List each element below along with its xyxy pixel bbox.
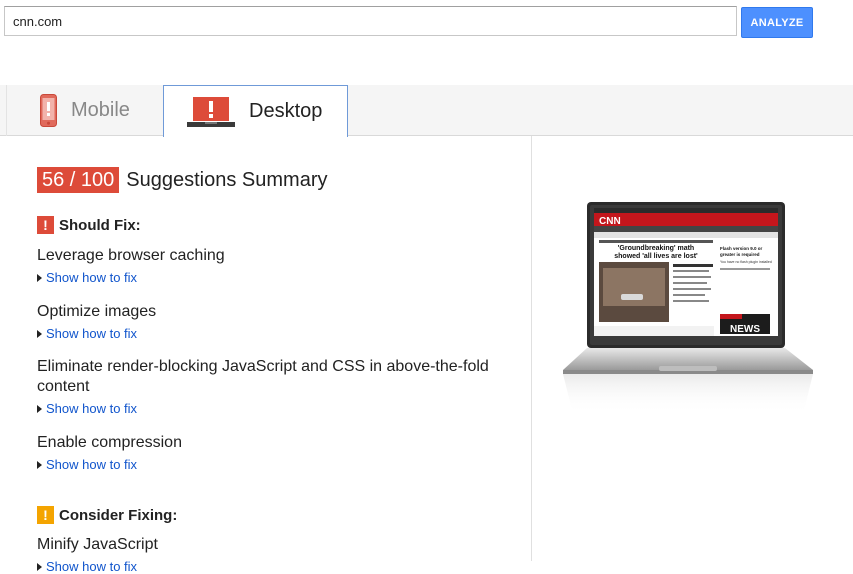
- rule-item: Leverage browser caching Show how to fix: [37, 246, 507, 285]
- preview-promo: NEWS: [730, 324, 760, 335]
- tab-desktop-label: Desktop: [249, 100, 323, 122]
- rule-title: Minify JavaScript: [37, 536, 158, 553]
- show-how-to-fix-link[interactable]: Show how to fix: [37, 457, 507, 472]
- suggestions-panel: 56 / 100 Suggestions Summary ! Should Fi…: [0, 136, 532, 574]
- preview-logo: CNN: [599, 216, 621, 227]
- show-how-to-fix-link[interactable]: Show how to fix: [37, 326, 507, 341]
- preview-side-1: Flash version 9.0 or: [720, 246, 763, 251]
- preview-panel: CNN 'Groundbreaking' math showed 'all li…: [533, 136, 853, 561]
- show-how-to-fix-link[interactable]: Show how to fix: [37, 559, 507, 574]
- preview-side-3: You have no flash plugin installed: [720, 260, 772, 264]
- phone-icon: [40, 94, 57, 127]
- triangle-right-icon: [37, 460, 42, 469]
- consider-fixing-header: ! Consider Fixing:: [37, 506, 177, 524]
- score-badge: 56 / 100: [37, 167, 120, 193]
- laptop-screenshot: CNN 'Groundbreaking' math showed 'all li…: [563, 202, 813, 417]
- rule-title: Enable compression: [37, 434, 182, 451]
- analyze-button[interactable]: ANALYZE: [741, 7, 813, 38]
- consider-fixing-label: Consider Fixing:: [59, 506, 178, 524]
- show-how-to-fix-link[interactable]: Show how to fix: [37, 270, 507, 285]
- device-tabs: Mobile Desktop: [0, 85, 853, 137]
- should-fix-header: ! Should Fix:: [37, 216, 141, 234]
- laptop-icon: [187, 96, 235, 128]
- triangle-right-icon: [37, 273, 42, 282]
- rule-item: Enable compression Show how to fix: [37, 433, 507, 472]
- tab-desktop[interactable]: Desktop: [163, 85, 348, 137]
- preview-side-2: greater is required: [720, 252, 760, 257]
- results-content: 56 / 100 Suggestions Summary ! Should Fi…: [0, 136, 853, 574]
- rule-title: Eliminate render-blocking JavaScript and…: [37, 358, 489, 395]
- rule-item: Minify JavaScript Show how to fix: [37, 535, 507, 574]
- triangle-right-icon: [37, 562, 42, 571]
- should-fix-label: Should Fix:: [59, 216, 141, 234]
- tab-mobile[interactable]: Mobile: [6, 85, 163, 136]
- exclamation-icon: !: [37, 506, 54, 524]
- rule-title: Optimize images: [37, 303, 157, 320]
- tab-mobile-label: Mobile: [71, 99, 130, 121]
- preview-headline-2: showed 'all lives are lost': [614, 253, 698, 260]
- show-how-to-fix-link[interactable]: Show how to fix: [37, 401, 507, 416]
- rule-title: Leverage browser caching: [37, 247, 225, 264]
- score-row: 56 / 100 Suggestions Summary: [37, 167, 328, 193]
- top-bar: ANALYZE: [0, 0, 853, 84]
- summary-title: Suggestions Summary: [126, 168, 328, 191]
- rule-item: Optimize images Show how to fix: [37, 302, 507, 341]
- rule-item: Eliminate render-blocking JavaScript and…: [37, 357, 507, 416]
- preview-headline-1: 'Groundbreaking' math: [618, 245, 694, 252]
- triangle-right-icon: [37, 404, 42, 413]
- exclamation-icon: !: [37, 216, 54, 234]
- url-input[interactable]: [4, 6, 737, 36]
- triangle-right-icon: [37, 329, 42, 338]
